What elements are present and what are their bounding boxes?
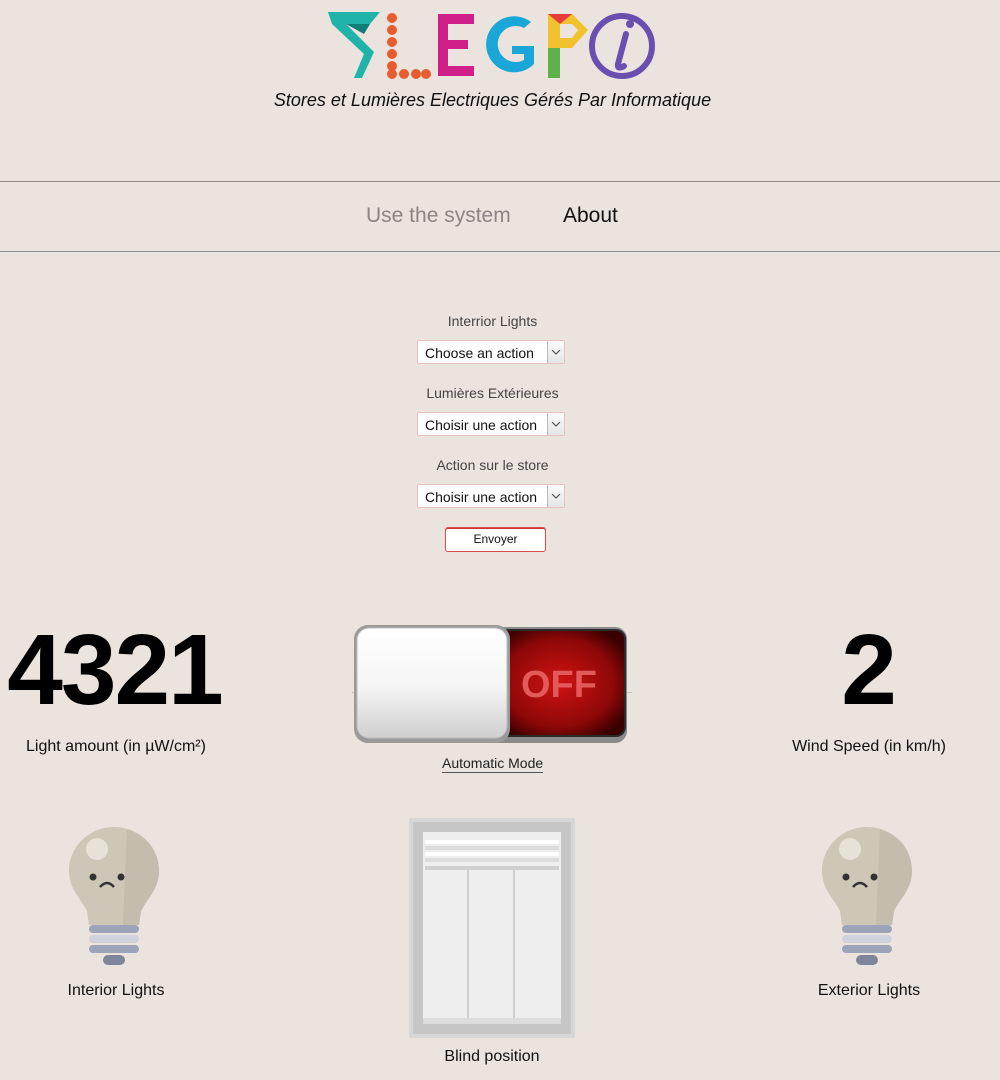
- blind-action-select-value: Choisir une action: [425, 489, 538, 505]
- automatic-mode-link[interactable]: Automatic Mode: [442, 755, 544, 773]
- toggle-state-label: OFF: [521, 664, 597, 706]
- nav-about[interactable]: About: [563, 204, 618, 228]
- interior-light-bulb-icon: [69, 827, 159, 965]
- interior-lights-select[interactable]: Choose an action: [417, 340, 565, 364]
- wind-speed-caption: Wind Speed (in km/h): [792, 738, 946, 755]
- exterior-lights-caption: Exterior Lights: [817, 982, 921, 999]
- wind-speed-value: 2: [841, 614, 897, 726]
- automatic-mode-toggle[interactable]: OFF: [354, 625, 629, 745]
- interior-lights-select-value: Choose an action: [425, 345, 534, 361]
- site-subtitle: Stores et Lumières Electriques Gérés Par…: [273, 90, 712, 110]
- chevron-down-icon: [547, 485, 564, 507]
- submit-button[interactable]: Envoyer: [445, 527, 546, 552]
- blind-action-label: Action sur le store: [436, 457, 549, 473]
- interior-lights-caption: Interior Lights: [67, 982, 165, 999]
- interior-lights-label: Interrior Lights: [447, 313, 538, 329]
- chevron-down-icon: [547, 341, 564, 363]
- exterior-light-bulb-icon: [822, 827, 912, 965]
- blind-action-select[interactable]: Choisir une action: [417, 484, 565, 508]
- blind-window-icon: [409, 818, 575, 1038]
- exterior-lights-select-value: Choisir une action: [425, 417, 538, 433]
- chevron-down-icon: [547, 413, 564, 435]
- blind-position-caption: Blind position: [444, 1048, 540, 1065]
- exterior-lights-select[interactable]: Choisir une action: [417, 412, 565, 436]
- exterior-lights-label: Lumières Extérieures: [426, 385, 559, 401]
- main-nav: Use the system About: [0, 181, 1000, 252]
- nav-use-system[interactable]: Use the system: [366, 204, 511, 228]
- light-amount-caption: Light amount (in µW/cm²): [26, 738, 206, 755]
- light-amount-value: 4321: [7, 614, 223, 726]
- slegpi-logo: [328, 12, 655, 79]
